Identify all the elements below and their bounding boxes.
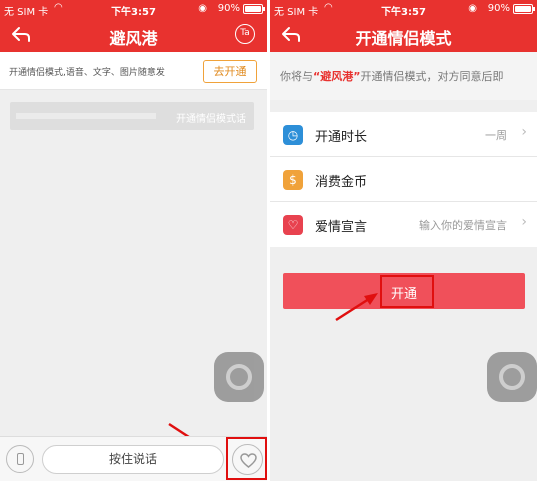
nav-bar: 开通情侣模式 bbox=[270, 18, 537, 52]
rotation-lock-icon: ◉ bbox=[198, 3, 207, 14]
row-value: 一周 bbox=[485, 129, 507, 142]
highlight-box bbox=[380, 275, 434, 308]
page-title: 开通情侣模式 bbox=[355, 29, 452, 48]
voice-toggle-icon[interactable] bbox=[6, 445, 34, 473]
row-love-declaration[interactable]: ♡ 爱情宣言 输入你的爱情宣言 › bbox=[270, 202, 537, 247]
settings-list: ◷ 开通时长 一周 › $ 消费金币 ♡ 爱情宣言 输入你的爱情宣言 › bbox=[270, 112, 537, 247]
row-coins[interactable]: $ 消费金币 bbox=[270, 157, 537, 202]
message-text: 开通情侣模式话 bbox=[176, 114, 246, 125]
hold-to-talk-button[interactable]: 按住说话 bbox=[42, 445, 224, 474]
chat-screen: 无 SIM 卡 ◠ 下午3:57 ◉ 90% 避风港 Ta 开通情侣模式,语音、… bbox=[0, 0, 267, 481]
row-duration[interactable]: ◷ 开通时长 一周 › bbox=[270, 112, 537, 157]
banner-text: 开通情侣模式,语音、文字、图片随意发 bbox=[9, 68, 165, 78]
chat-message: 开通情侣模式话 bbox=[10, 102, 254, 130]
row-label: 开通时长 bbox=[315, 130, 368, 145]
page-title: 避风港 bbox=[109, 29, 158, 48]
assistive-touch-button[interactable] bbox=[214, 352, 264, 402]
go-open-button[interactable]: 去开通 bbox=[203, 60, 257, 83]
chevron-right-icon: › bbox=[521, 124, 527, 140]
intro-text-area: 你将与“避风港”开通情侣模式，对方同意后即 bbox=[270, 52, 537, 100]
love-declaration-input[interactable]: 输入你的爱情宣言 bbox=[419, 217, 507, 233]
battery-percent: 90% bbox=[487, 3, 510, 14]
couple-mode-screen: 无 SIM 卡 ◠ 下午3:57 ◉ 90% 开通情侣模式 你将与“避风港”开通… bbox=[270, 0, 537, 481]
battery-icon bbox=[513, 4, 535, 14]
blurred-text bbox=[16, 113, 156, 119]
ta-icon[interactable]: Ta bbox=[235, 24, 255, 44]
clock-icon: ◷ bbox=[283, 125, 303, 145]
highlight-box bbox=[226, 437, 267, 480]
nav-bar: 避风港 Ta bbox=[0, 18, 267, 52]
chevron-right-icon: › bbox=[521, 214, 527, 230]
rotation-lock-icon: ◉ bbox=[468, 3, 477, 14]
status-bar: 无 SIM 卡 ◠ 下午3:57 ◉ 90% bbox=[270, 0, 537, 18]
row-label: 消费金币 bbox=[315, 175, 368, 190]
arrow-annotation bbox=[335, 293, 378, 322]
couple-mode-banner: 开通情侣模式,语音、文字、图片随意发 去开通 bbox=[0, 52, 267, 90]
battery-icon bbox=[243, 4, 265, 14]
intro-text: 你将与“避风港”开通情侣模式，对方同意后即 bbox=[280, 70, 504, 83]
coin-icon: $ bbox=[283, 170, 303, 190]
assistive-touch-button[interactable] bbox=[487, 352, 537, 402]
row-label: 爱情宣言 bbox=[315, 220, 368, 235]
status-bar: 无 SIM 卡 ◠ 下午3:57 ◉ 90% bbox=[0, 0, 267, 18]
battery-percent: 90% bbox=[217, 3, 240, 14]
heart-badge-icon: ♡ bbox=[283, 215, 303, 235]
